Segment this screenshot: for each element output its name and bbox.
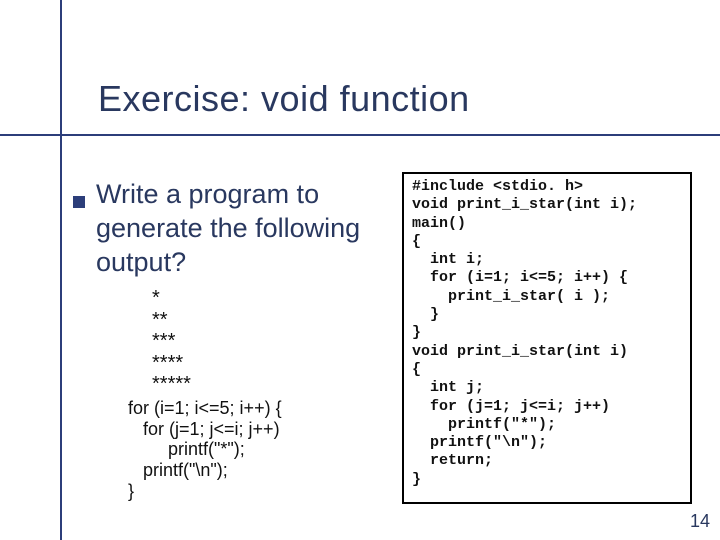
- page-number: 14: [690, 511, 710, 532]
- expected-output: * ** *** **** *****: [152, 288, 191, 396]
- slide-title: Exercise: void function: [98, 78, 470, 120]
- code-box: #include <stdio. h> void print_i_star(in…: [402, 172, 692, 504]
- horizontal-divider: [0, 134, 720, 136]
- problem-text: Write a program to generate the followin…: [96, 178, 396, 279]
- code-box-content: #include <stdio. h> void print_i_star(in…: [404, 174, 690, 493]
- code-snippet-left: for (i=1; i<=5; i++) { for (j=1; j<=i; j…: [128, 398, 282, 501]
- bullet-square-icon: [73, 196, 85, 208]
- vertical-divider: [60, 0, 62, 540]
